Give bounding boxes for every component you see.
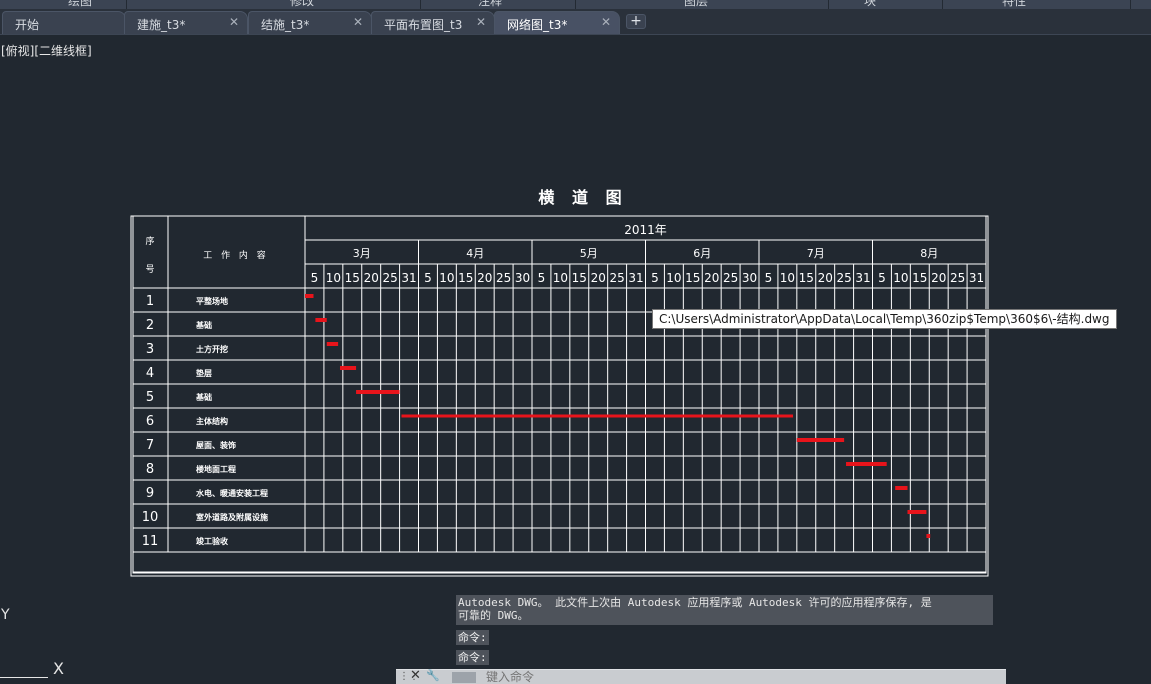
command-input[interactable] bbox=[486, 670, 986, 683]
day-label: 25 bbox=[609, 271, 624, 285]
header-seq-label: 号 bbox=[145, 264, 154, 275]
day-label: 10 bbox=[666, 271, 681, 285]
day-label: 15 bbox=[345, 271, 360, 285]
command-message: Autodesk DWG。 此文件上次由 Autodesk 应用程序或 Auto… bbox=[456, 595, 993, 625]
row-task-label: 平整场地 bbox=[196, 296, 228, 306]
row-number: 6 bbox=[146, 414, 154, 429]
day-label: 15 bbox=[799, 271, 814, 285]
row-task-label: 基础 bbox=[195, 320, 212, 330]
day-label: 25 bbox=[382, 271, 397, 285]
year-label: 2011年 bbox=[624, 223, 667, 237]
ucs-x-axis-line bbox=[0, 677, 48, 678]
command-prompt-icon[interactable] bbox=[452, 672, 476, 683]
day-label: 25 bbox=[496, 271, 511, 285]
row-number: 9 bbox=[146, 486, 154, 501]
command-line-bar: ⋮⋮ ✕ 🔧 bbox=[396, 668, 1006, 684]
day-label: 15 bbox=[458, 271, 473, 285]
day-label: 10 bbox=[326, 271, 341, 285]
command-history-line: 命令: bbox=[456, 650, 489, 665]
day-label: 30 bbox=[742, 271, 757, 285]
message-line: Autodesk DWG。 此文件上次由 Autodesk 应用程序或 Auto… bbox=[458, 596, 932, 609]
header-task-label: 工 作 内 容 bbox=[203, 249, 269, 261]
day-label: 10 bbox=[780, 271, 795, 285]
day-label: 25 bbox=[723, 271, 738, 285]
day-label: 5 bbox=[311, 271, 319, 285]
customize-icon[interactable]: 🔧 bbox=[426, 669, 440, 682]
day-label: 20 bbox=[931, 271, 946, 285]
day-label: 5 bbox=[424, 271, 432, 285]
table-outer-border bbox=[130, 215, 989, 577]
row-number: 11 bbox=[142, 534, 159, 549]
day-label: 20 bbox=[704, 271, 719, 285]
month-label: 3月 bbox=[353, 247, 371, 260]
day-label: 31 bbox=[855, 271, 870, 285]
row-task-label: 室外道路及附属设施 bbox=[196, 512, 268, 522]
row-task-label: 基础 bbox=[195, 392, 212, 402]
day-label: 15 bbox=[912, 271, 927, 285]
month-label: 6月 bbox=[693, 247, 711, 260]
month-label: 8月 bbox=[920, 247, 938, 260]
day-label: 31 bbox=[969, 271, 984, 285]
row-number: 7 bbox=[146, 438, 154, 453]
row-number: 5 bbox=[146, 390, 154, 405]
day-label: 25 bbox=[836, 271, 851, 285]
day-label: 5 bbox=[651, 271, 659, 285]
day-label: 31 bbox=[628, 271, 643, 285]
row-task-label: 水电、暖通安装工程 bbox=[195, 488, 268, 498]
day-label: 5 bbox=[878, 271, 886, 285]
day-label: 10 bbox=[553, 271, 568, 285]
day-label: 10 bbox=[439, 271, 454, 285]
row-task-label: 土方开挖 bbox=[196, 344, 228, 354]
day-label: 20 bbox=[818, 271, 833, 285]
row-number: 1 bbox=[146, 294, 154, 309]
day-label: 31 bbox=[401, 271, 416, 285]
drawing-canvas[interactable]: 横 道 图序号工 作 内 容2011年3月 4月 5月 6月 7月 8月5 10 15 20 25… bbox=[0, 0, 1151, 681]
day-label: 30 bbox=[515, 271, 530, 285]
day-label: 5 bbox=[765, 271, 773, 285]
day-label: 25 bbox=[950, 271, 965, 285]
ucs-x-axis-label: X bbox=[53, 659, 64, 678]
day-label: 10 bbox=[893, 271, 908, 285]
header-seq-label: 序 bbox=[145, 235, 154, 247]
day-label: 15 bbox=[685, 271, 700, 285]
drawing-title: 横 道 图 bbox=[538, 188, 627, 207]
day-label: 15 bbox=[572, 271, 587, 285]
file-path-tooltip: C:\Users\Administrator\AppData\Local\Tem… bbox=[652, 309, 1117, 329]
month-label: 5月 bbox=[580, 247, 598, 260]
row-task-label: 楼地面工程 bbox=[196, 464, 236, 474]
ucs-y-axis-label: Y bbox=[1, 607, 10, 623]
row-task-label: 垫层 bbox=[196, 368, 212, 378]
command-history-line: 命令: bbox=[456, 630, 489, 645]
row-number: 10 bbox=[142, 510, 159, 525]
row-task-label: 主体结构 bbox=[196, 416, 228, 426]
day-label: 20 bbox=[477, 271, 492, 285]
row-task-label: 屋面、装饰 bbox=[196, 440, 236, 450]
row-number: 8 bbox=[146, 462, 154, 477]
row-number: 3 bbox=[146, 342, 154, 357]
month-label: 7月 bbox=[807, 247, 825, 260]
row-number: 2 bbox=[146, 318, 154, 333]
row-task-label: 竣工验收 bbox=[196, 536, 228, 546]
day-label: 20 bbox=[591, 271, 606, 285]
message-line: 可靠的 DWG。 bbox=[458, 609, 529, 622]
row-number: 4 bbox=[146, 366, 154, 381]
day-label: 20 bbox=[364, 271, 379, 285]
month-label: 4月 bbox=[466, 247, 484, 260]
day-label: 5 bbox=[538, 271, 546, 285]
